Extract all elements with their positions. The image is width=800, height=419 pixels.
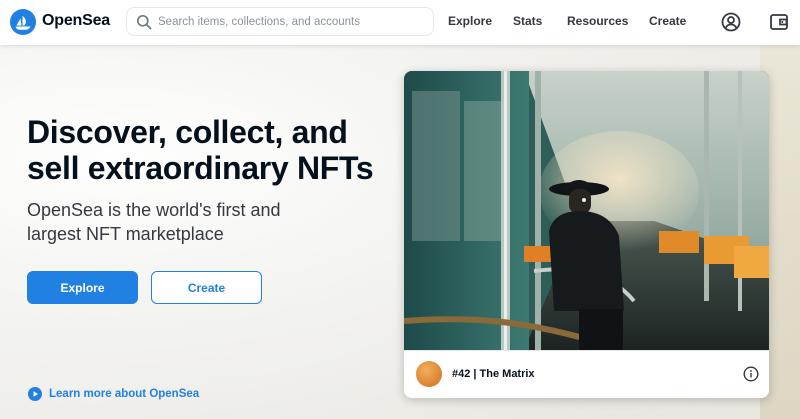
featured-nft-card[interactable]: #42 | The Matrix [404, 71, 769, 398]
nav-create[interactable]: Create [649, 14, 686, 28]
featured-nft-footer: #42 | The Matrix [404, 350, 769, 398]
search-icon [136, 14, 152, 30]
featured-nft-image[interactable] [404, 71, 769, 350]
learn-more-label: Learn more about OpenSea [49, 388, 200, 400]
hero-headline: Discover, collect, and sell extraordinar… [27, 114, 397, 186]
info-icon[interactable] [743, 366, 759, 382]
nav-explore[interactable]: Explore [448, 14, 492, 28]
explore-button[interactable]: Explore [27, 271, 138, 304]
search-input[interactable] [158, 12, 428, 32]
profile-icon[interactable] [720, 11, 742, 33]
play-circle-icon [28, 387, 42, 401]
top-navbar: OpenSea Explore Stats Resources Create [0, 0, 800, 45]
nav-stats[interactable]: Stats [513, 14, 542, 28]
hero-headline-line-2: sell extraordinary NFTs [27, 150, 374, 186]
hero-subheading-line-1: OpenSea is the world's first and [27, 200, 281, 220]
featured-nft-title[interactable]: #42 | The Matrix [452, 368, 535, 380]
opensea-logo-icon[interactable] [10, 9, 36, 35]
search-bar[interactable] [126, 7, 434, 36]
learn-more-link[interactable]: Learn more about OpenSea [28, 387, 199, 401]
wallet-icon[interactable] [768, 11, 790, 33]
nav-resources[interactable]: Resources [567, 14, 628, 28]
brand-name[interactable]: OpenSea [42, 12, 110, 30]
hero-subheading-line-2: largest NFT marketplace [27, 224, 224, 244]
hero-headline-line-1: Discover, collect, and [27, 114, 348, 150]
hero-subheading: OpenSea is the world's first and largest… [27, 198, 327, 246]
create-button[interactable]: Create [151, 271, 262, 304]
creator-avatar[interactable] [416, 361, 442, 387]
